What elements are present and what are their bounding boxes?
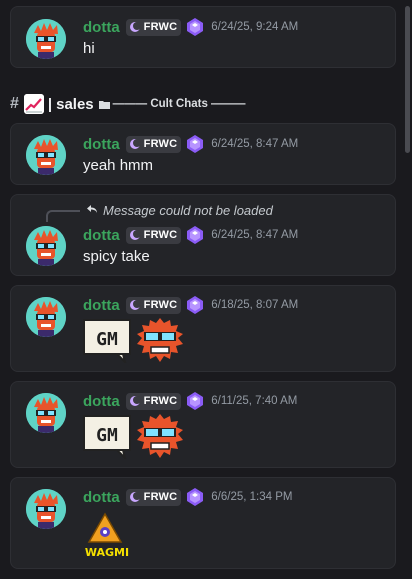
crescent-icon xyxy=(129,300,141,310)
gm-sticker[interactable]: GM xyxy=(83,415,133,459)
timestamp[interactable]: 6/24/25, 9:24 AM xyxy=(211,21,298,33)
channel-name[interactable]: sales xyxy=(56,96,94,113)
server-tag[interactable]: FRWC xyxy=(125,135,182,153)
avatar[interactable] xyxy=(26,135,66,175)
chart-increasing-icon xyxy=(23,94,44,114)
reply-connector xyxy=(46,210,80,222)
server-tag-label: FRWC xyxy=(143,491,178,503)
gem-badge-icon[interactable] xyxy=(185,487,205,507)
category-name: ——— Cult Chats ——— xyxy=(112,98,246,110)
gm-sticker[interactable]: GM xyxy=(83,319,133,363)
message-card[interactable]: dotta FRWC 6/24/25, 9:24 AM hi xyxy=(10,6,396,68)
author-name[interactable]: dotta xyxy=(83,19,120,36)
crescent-icon xyxy=(129,230,141,240)
author-name[interactable]: dotta xyxy=(83,136,120,153)
avatar[interactable] xyxy=(26,19,66,59)
crescent-icon xyxy=(129,492,141,502)
message-header: dotta FRWC 6/24/25, 8:47 AM xyxy=(83,134,298,154)
timestamp[interactable]: 6/6/25, 1:34 PM xyxy=(211,491,292,503)
server-tag-label: FRWC xyxy=(143,395,178,407)
fuzzy-sunglasses-sticker[interactable] xyxy=(135,412,185,460)
wagmi-label: WAGMI xyxy=(85,546,129,559)
message-header: dotta FRWC 6/24/25, 8:47 AM xyxy=(83,225,298,245)
message-header: dotta FRWC 6/24/25, 9:24 AM xyxy=(83,17,298,37)
timestamp[interactable]: 6/24/25, 8:47 AM xyxy=(211,138,298,150)
channel-hash-icon: # xyxy=(10,95,19,112)
server-tag[interactable]: FRWC xyxy=(125,18,182,36)
timestamp[interactable]: 6/24/25, 8:47 AM xyxy=(211,229,298,241)
server-tag-label: FRWC xyxy=(143,138,178,150)
message-header: dotta FRWC 6/6/25, 1:34 PM xyxy=(83,487,292,507)
message-card[interactable]: dotta FRWC 6/18/25, 8:07 AM GM xyxy=(10,285,396,372)
crescent-icon xyxy=(129,139,141,149)
wagmi-sticker[interactable]: WAGMI xyxy=(83,512,135,560)
timestamp[interactable]: 6/18/25, 8:07 AM xyxy=(211,299,298,311)
author-name[interactable]: dotta xyxy=(83,489,120,506)
server-tag-label: FRWC xyxy=(143,299,178,311)
gm-label: GM xyxy=(96,329,118,350)
avatar[interactable] xyxy=(26,489,66,529)
server-tag[interactable]: FRWC xyxy=(125,226,182,244)
author-name[interactable]: dotta xyxy=(83,297,120,314)
fuzzy-sunglasses-sticker[interactable] xyxy=(135,316,185,364)
author-name[interactable]: dotta xyxy=(83,227,120,244)
server-tag-label: FRWC xyxy=(143,229,178,241)
channel-separator: | xyxy=(47,95,53,113)
server-tag-label: FRWC xyxy=(143,21,178,33)
crescent-icon xyxy=(129,22,141,32)
gem-badge-icon[interactable] xyxy=(185,391,205,411)
server-tag[interactable]: FRWC xyxy=(125,488,182,506)
avatar[interactable] xyxy=(26,226,66,266)
message-feed[interactable]: dotta FRWC 6/24/25, 9:24 AM hi # | sales… xyxy=(0,0,404,579)
avatar[interactable] xyxy=(26,297,66,337)
gem-badge-icon[interactable] xyxy=(185,225,205,245)
server-tag[interactable]: FRWC xyxy=(125,296,182,314)
crescent-icon xyxy=(129,396,141,406)
server-tag[interactable]: FRWC xyxy=(125,392,182,410)
author-name[interactable]: dotta xyxy=(83,393,120,410)
gem-badge-icon[interactable] xyxy=(185,295,205,315)
message-text: yeah hmm xyxy=(83,157,154,174)
timestamp[interactable]: 6/11/25, 7:40 AM xyxy=(211,395,297,407)
gem-badge-icon[interactable] xyxy=(185,134,205,154)
scrollbar-thumb[interactable] xyxy=(405,6,410,153)
message-text: spicy take xyxy=(83,248,150,265)
message-card[interactable]: dotta FRWC 6/6/25, 1:34 PM WAGMI xyxy=(10,477,396,569)
message-card[interactable]: dotta FRWC 6/24/25, 8:47 AM yeah hmm xyxy=(10,123,396,185)
avatar[interactable] xyxy=(26,393,66,433)
message-card[interactable]: dotta FRWC 6/11/25, 7:40 AM GM xyxy=(10,381,396,468)
folder-icon xyxy=(98,100,110,109)
message-header: dotta FRWC 6/11/25, 7:40 AM xyxy=(83,391,297,411)
message-text: hi xyxy=(83,40,95,57)
reply-arrow-icon xyxy=(87,205,97,213)
message-header: dotta FRWC 6/18/25, 8:07 AM xyxy=(83,295,298,315)
channel-header[interactable]: # | sales ——— Cult Chats ——— xyxy=(10,93,246,115)
gm-label: GM xyxy=(96,425,118,446)
message-card[interactable]: Message could not be loaded dotta FRWC 6… xyxy=(10,194,396,276)
reply-preview[interactable]: Message could not be loaded xyxy=(103,203,273,218)
gem-badge-icon[interactable] xyxy=(185,17,205,37)
